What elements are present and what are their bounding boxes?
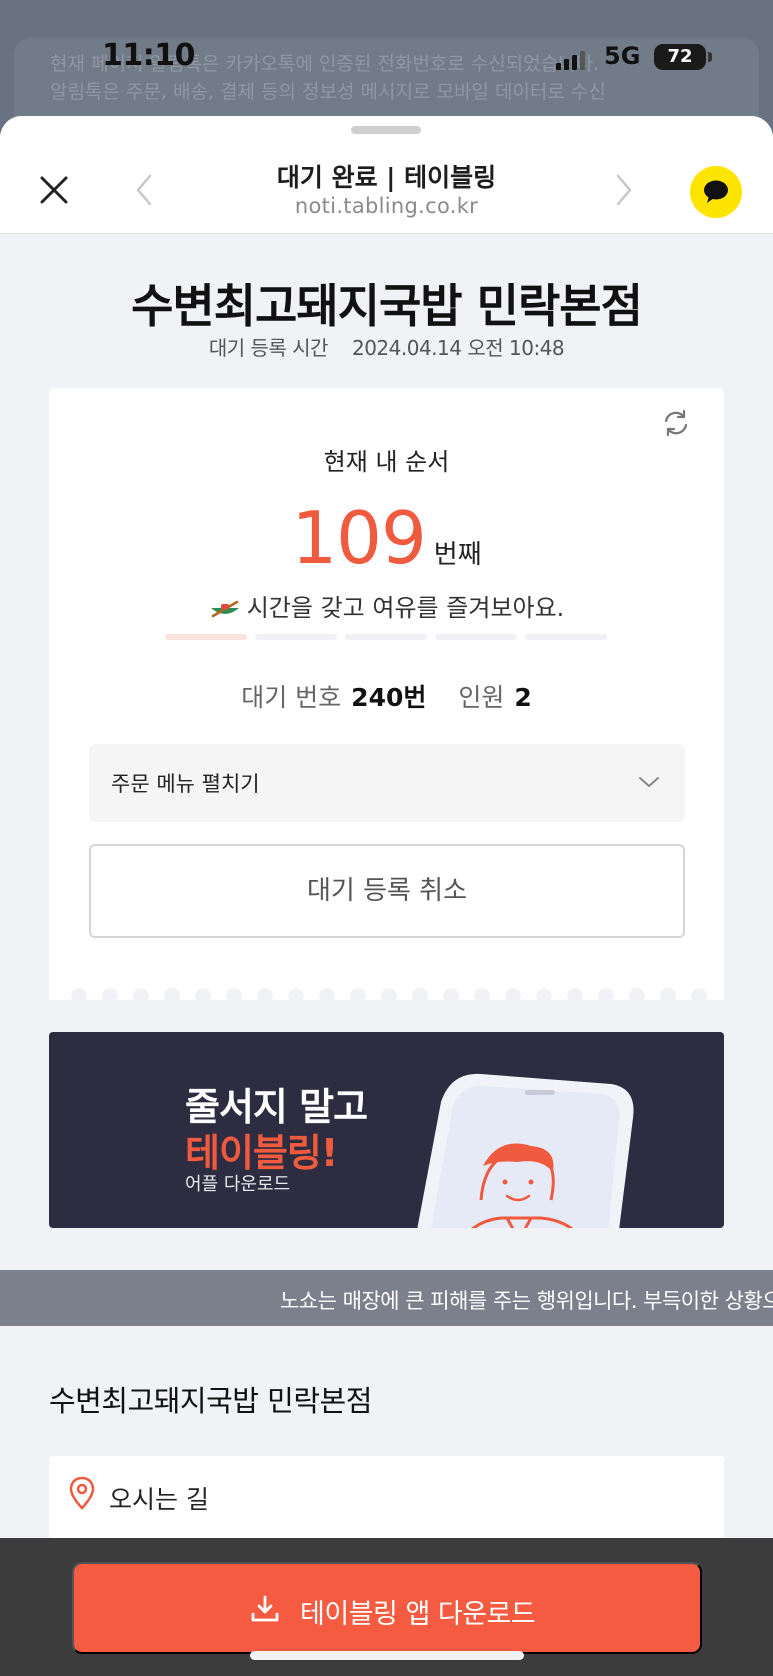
queue-position-unit: 번째: [433, 540, 482, 570]
progress-segment: [525, 634, 607, 640]
download-icon: [251, 1595, 279, 1622]
registration-time-value: 2024.04.14 오전 10:48: [351, 336, 565, 360]
chevron-down-icon: [639, 777, 659, 787]
banner-brand: 테이블링!: [185, 1131, 338, 1175]
status-time: 11:10: [102, 38, 196, 73]
progress-segment: [435, 634, 517, 640]
webview-sheet: 대기 완료 | 테이블링 noti.tabling.co.kr 수변최고돼지국밥…: [0, 116, 773, 1676]
cancel-waiting-button[interactable]: 대기 등록 취소: [89, 844, 685, 938]
page-url: noti.tabling.co.kr: [294, 194, 479, 218]
network-type: 5G: [604, 42, 641, 70]
noshow-notice: 노쇼는 매장에 큰 피해를 주는 행위입니다. 부득이한 상황으: [0, 1270, 773, 1326]
queue-tip: 시간을 갖고 여유를 즐겨보아요.: [49, 588, 724, 623]
ticket-edge: [71, 988, 707, 1002]
phone-illustration: [417, 1073, 634, 1228]
refresh-icon[interactable]: [661, 408, 691, 438]
noshow-notice-text: 노쇼는 매장에 큰 피해를 주는 행위입니다. 부득이한 상황으: [280, 1289, 773, 1313]
registration-time: 대기 등록 시간 2024.04.14 오전 10:48: [0, 332, 773, 361]
page-title: 대기 완료 | 테이블링: [276, 163, 497, 192]
app-download-banner[interactable]: 줄서지 말고 테이블링! 어플 다운로드: [49, 1032, 724, 1228]
signal-icon: [556, 51, 585, 70]
background-notification-line2: 알림톡은 주문, 배송, 결제 등의 정보성 메시지로 모바일 데이터로 수신: [50, 81, 606, 103]
queue-position-number: 109: [291, 496, 426, 580]
location-pin-icon: [69, 1476, 95, 1510]
progress-segment: [165, 634, 247, 640]
queue-position-label: 현재 내 순서: [323, 448, 450, 476]
home-indicator[interactable]: [250, 1651, 524, 1660]
queue-tip-text: 시간을 갖고 여유를 즐겨보아요.: [246, 594, 565, 622]
queue-progress: [165, 634, 609, 640]
store-info-title: 수변최고돼지국밥 민락본점: [49, 1384, 372, 1418]
chevron-right-icon[interactable]: [612, 172, 636, 208]
status-bar: 11:10 5G 72: [0, 38, 773, 78]
sheet-grabber[interactable]: [351, 126, 421, 134]
waiting-info: 대기 번호 240번 인원 2: [49, 678, 724, 714]
canoe-icon: [210, 600, 239, 618]
progress-segment: [345, 634, 427, 640]
party-size-value: 2: [514, 683, 532, 712]
page-content: 수변최고돼지국밥 민락본점 대기 등록 시간 2024.04.14 오전 10:4…: [0, 234, 773, 1676]
queue-card: 현재 내 순서 109 번째 시간을 갖고 여유를 즐겨보아요. 대기 번호 240…: [49, 388, 724, 1002]
directions-label: 오시는 길: [109, 1485, 209, 1514]
waiting-number-value: 240번: [351, 683, 427, 712]
progress-segment: [255, 634, 337, 640]
app-download-button[interactable]: 테이블링 앱 다운로드: [72, 1562, 702, 1654]
webview-header: 대기 완료 | 테이블링 noti.tabling.co.kr: [0, 116, 773, 234]
battery-tip: [708, 52, 712, 62]
kakaotalk-bubble-icon: [704, 180, 728, 203]
banner-subtext: 어플 다운로드: [185, 1174, 291, 1195]
kakaotalk-button[interactable]: [690, 166, 742, 218]
order-menu-toggle[interactable]: 주문 메뉴 펼치기: [89, 744, 685, 822]
order-menu-toggle-label: 주문 메뉴 펼치기: [111, 772, 260, 796]
registration-time-label: 대기 등록 시간: [208, 336, 329, 360]
app-download-button-label: 테이블링 앱 다운로드: [300, 1599, 536, 1630]
waiting-number-label: 대기 번호: [241, 683, 342, 712]
queue-position: 109 번째: [49, 496, 724, 580]
battery-icon: 72: [654, 44, 706, 70]
party-size-label: 인원: [458, 683, 505, 712]
store-name: 수변최고돼지국밥 민락본점: [131, 279, 643, 333]
